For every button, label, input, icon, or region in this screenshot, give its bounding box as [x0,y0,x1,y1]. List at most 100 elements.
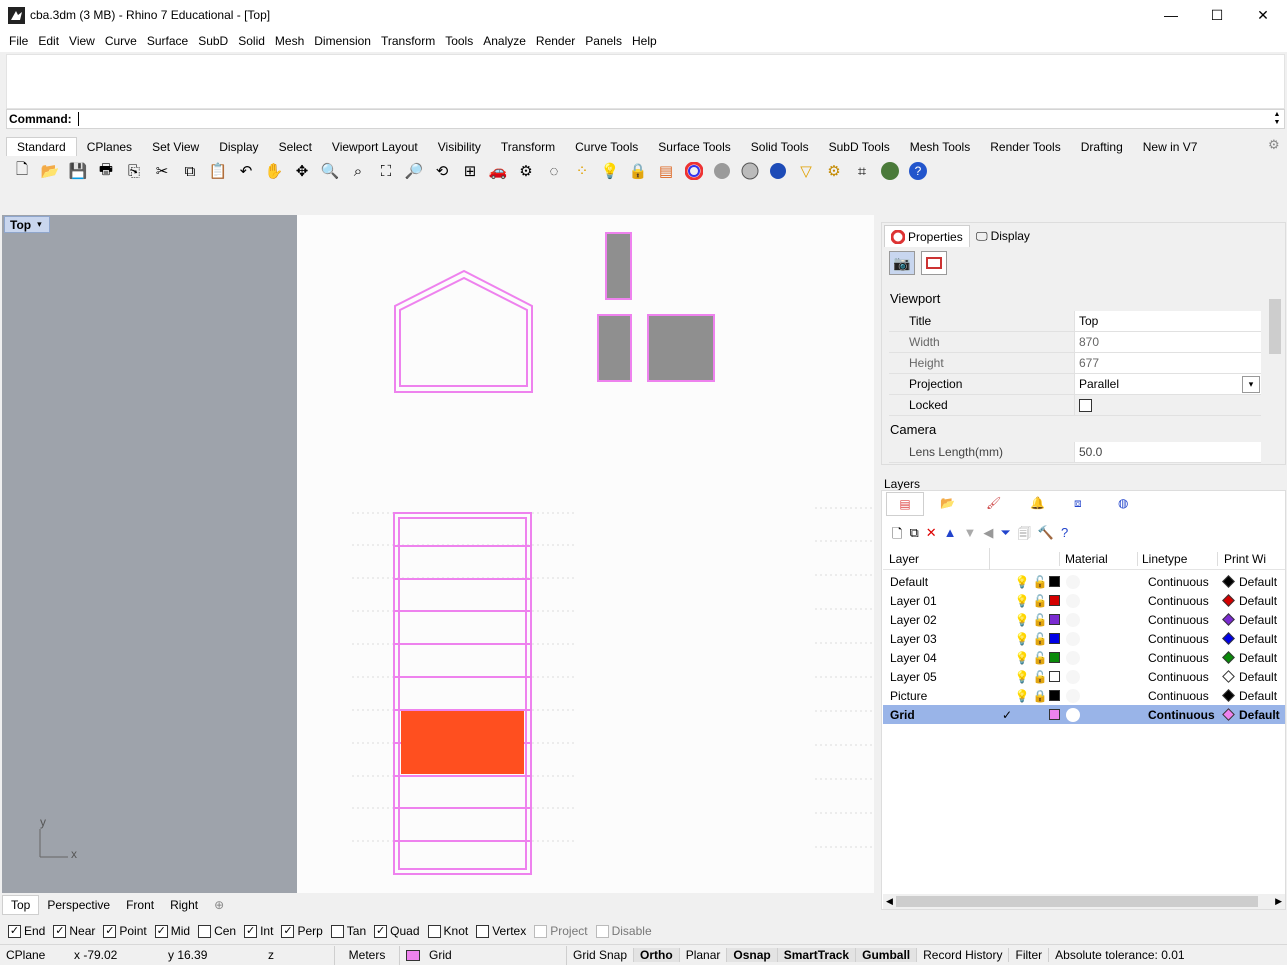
layer-row[interactable]: Layer 04 💡 🔓 Continuous Default [883,648,1285,667]
material-icon[interactable] [1066,593,1080,608]
print-color-diamond[interactable] [1222,575,1235,588]
osnap-checkbox[interactable] [427,924,441,938]
visible-bulb-icon[interactable]: 💡 [1013,651,1031,665]
osnap-tan[interactable]: Tan [330,924,366,938]
layer-row[interactable]: Layer 02 💡 🔓 Continuous Default [883,610,1285,629]
prop-row-locked[interactable]: Locked [889,395,1261,416]
move-down-icon[interactable]: ▼ [964,525,977,547]
linetype-value[interactable]: Continuous [1144,632,1224,646]
print-color-diamond[interactable] [1222,651,1235,664]
layer-color-swatch[interactable] [1049,633,1060,644]
camera-icon[interactable]: 📷 [889,251,915,275]
layers-hscrollbar[interactable]: ◀ ▶ [883,894,1285,909]
osnap-knot[interactable]: Knot [427,924,468,938]
scroll-right-icon[interactable]: ▶ [1272,896,1285,907]
prop-row-projection[interactable]: Projection Parallel ▾ [889,374,1261,395]
layer-name[interactable]: Layer 02 [883,613,1001,627]
layer-name[interactable]: Grid [883,708,1001,722]
linetype-value[interactable]: Continuous [1144,670,1224,684]
prop-value[interactable]: 50.0 [1074,442,1261,462]
visible-bulb-icon[interactable]: 💡 [1013,575,1031,589]
material-icon[interactable] [1066,707,1080,722]
prop-value[interactable]: 870 [1074,332,1261,352]
delete-layer-icon[interactable]: ✕ [926,525,937,547]
print-width-value[interactable]: Default [1239,689,1277,703]
osnap-checkbox[interactable] [330,924,344,938]
col-material[interactable]: Material [1059,551,1137,566]
lock-open-icon[interactable]: 🔓 [1031,594,1049,608]
osnap-quad[interactable]: ✓ Quad [374,924,420,938]
print-width-value[interactable]: Default [1239,594,1277,608]
layer-row[interactable]: Picture 💡 🔒 Continuous Default [883,686,1285,705]
col-layer[interactable]: Layer [883,552,989,566]
new-layer-icon[interactable]: 🗋 [892,525,902,547]
lock-open-icon[interactable]: 🔓 [1031,632,1049,646]
prop-value[interactable]: Top [1074,311,1261,331]
print-width-value[interactable]: Default [1239,670,1277,684]
visible-bulb-icon[interactable]: 💡 [1013,632,1031,646]
linetype-value[interactable]: Continuous [1144,613,1224,627]
osnap-end[interactable]: ✓ End [8,924,45,938]
vp-tab-right[interactable]: Right [162,896,206,914]
layer-name[interactable]: Layer 05 [883,670,1001,684]
add-viewport-icon[interactable]: ⊕ [206,896,232,914]
osnap-checkbox[interactable]: ✓ [8,924,21,938]
render-tab-icon[interactable]: ◍ [1118,496,1128,510]
osnap-checkbox[interactable]: ✓ [103,924,117,938]
layer-color-swatch[interactable] [1049,576,1060,587]
layer-color-swatch[interactable] [1049,709,1060,720]
layer-name[interactable]: Default [883,575,1001,589]
osnap-checkbox[interactable]: ✓ [374,924,388,938]
tools-icon[interactable]: 🔨 [1038,525,1054,547]
layers-help-icon[interactable]: ? [1061,525,1068,547]
status-toggle-osnap[interactable]: Osnap [727,948,778,962]
print-width-value[interactable]: Default [1239,651,1277,665]
visible-bulb-icon[interactable]: 💡 [1013,670,1031,684]
visible-bulb-icon[interactable]: 💡 [1013,689,1031,703]
brush-tab-icon[interactable]: 🖌 [986,496,1001,510]
copy-layer-icon[interactable]: 🗐 [1018,525,1031,547]
tab-display-panel[interactable]: 🖵 Display [970,225,1036,247]
print-width-value[interactable]: Default [1239,613,1277,627]
layer-color-swatch[interactable] [1049,690,1060,701]
status-toggle-planar[interactable]: Planar [680,948,728,962]
prop-row-width[interactable]: Width 870 [889,332,1261,353]
osnap-checkbox[interactable] [595,924,609,938]
lock-open-icon[interactable]: 🔓 [1031,613,1049,627]
lock-open-icon[interactable]: 🔓 [1031,575,1049,589]
prop-value[interactable]: 677 [1074,353,1261,373]
layer-color-swatch[interactable] [1049,652,1060,663]
lock-open-icon[interactable]: 🔓 [1031,670,1049,684]
print-color-diamond[interactable] [1222,632,1235,645]
status-toggle-filter[interactable]: Filter [1009,948,1050,962]
layer-name[interactable]: Layer 01 [883,594,1001,608]
linetype-value[interactable]: Continuous [1144,689,1224,703]
locked-checkbox[interactable] [1079,398,1092,412]
vp-tab-perspective[interactable]: Perspective [39,896,118,914]
scroll-left-icon[interactable]: ◀ [883,896,896,907]
layer-row[interactable]: Layer 01 💡 🔓 Continuous Default [883,591,1285,610]
osnap-checkbox[interactable]: ✓ [154,924,168,938]
vp-tab-front[interactable]: Front [118,896,162,914]
linetype-value[interactable]: Continuous [1144,651,1224,665]
material-icon[interactable] [1066,669,1080,684]
layers-tab-icon[interactable]: ▤ [886,492,924,516]
viewport-frame-icon[interactable] [921,251,947,275]
print-width-value[interactable]: Default [1239,632,1277,646]
osnap-disable[interactable]: Disable [595,924,652,938]
osnap-checkbox[interactable]: ✓ [244,924,258,938]
prop-row-title[interactable]: Title Top [889,311,1261,332]
linetype-value[interactable]: Continuous [1144,575,1224,589]
osnap-checkbox[interactable] [534,924,548,938]
osnap-point[interactable]: ✓ Point [103,924,147,938]
visible-bulb-icon[interactable]: 💡 [1013,594,1031,608]
visible-bulb-icon[interactable]: 💡 [1013,613,1031,627]
layer-color-swatch[interactable] [1049,671,1060,682]
material-icon[interactable] [1066,688,1080,703]
osnap-checkbox[interactable]: ✓ [53,924,67,938]
print-width-value[interactable]: Default [1239,708,1280,722]
status-toggle-record-history[interactable]: Record History [917,948,1010,962]
bell-tab-icon[interactable]: 🔔 [1030,496,1045,510]
status-toggle-grid-snap[interactable]: Grid Snap [567,948,635,962]
chevron-down-icon[interactable]: ▾ [1242,375,1260,393]
